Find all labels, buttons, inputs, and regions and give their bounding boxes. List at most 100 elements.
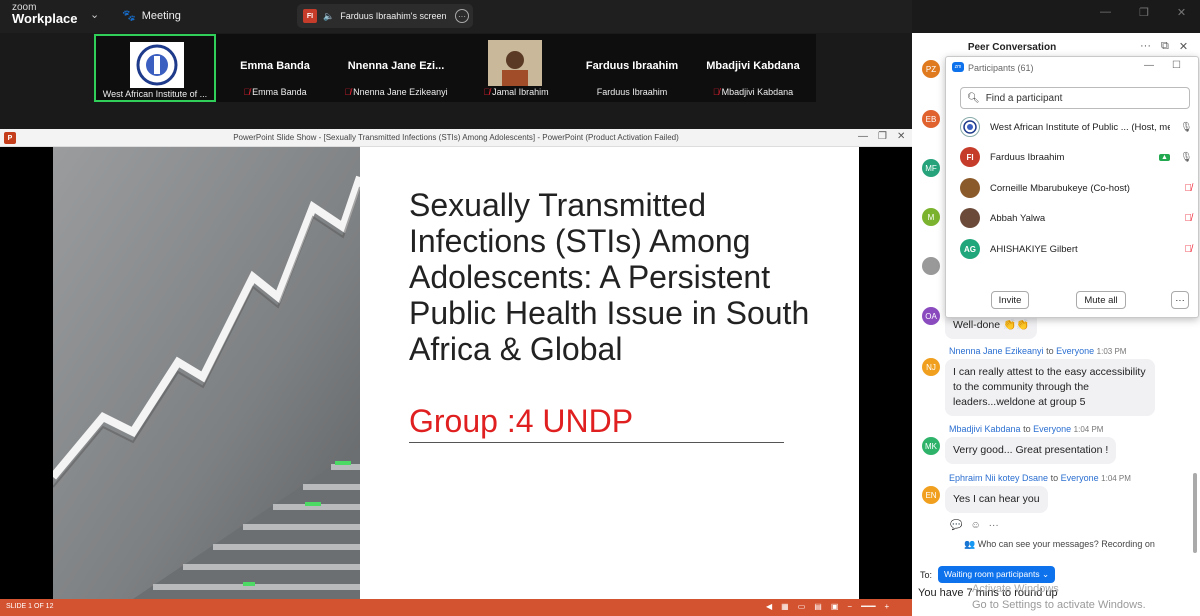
people-icon: 👥	[964, 539, 976, 549]
pop-out-icon[interactable]: ⧉	[1161, 40, 1169, 53]
slide-subtitle: Group :4 UNDP	[409, 403, 634, 439]
maximize-icon[interactable]: ☐	[1172, 60, 1181, 71]
sender-name: Ephraim Nii kotey Dsane	[949, 473, 1049, 483]
chat-avatar: EN	[922, 486, 940, 504]
reply-icon[interactable]: 💬	[950, 520, 962, 531]
recipient-dropdown[interactable]: Waiting room participants ⌄	[938, 566, 1056, 583]
more-options-button[interactable]: ···	[1171, 291, 1189, 309]
more-icon[interactable]: ···	[989, 520, 999, 531]
chat-message[interactable]: I can really attest to the easy accessib…	[945, 359, 1155, 416]
emoji-icon[interactable]: ☺	[970, 520, 980, 531]
video-tile[interactable]: Nnenna Jane Ezi... 🎙̸ Nnenna Jane Ezikean…	[334, 34, 458, 102]
close-icon[interactable]: ✕	[1177, 6, 1186, 19]
zoom-slider[interactable]: ━━━	[861, 602, 875, 611]
minimize-icon[interactable]: —	[858, 131, 868, 142]
message-actions: 💬 ☺ ···	[950, 520, 999, 531]
institute-logo-icon	[130, 42, 184, 88]
minimize-icon[interactable]: —	[1144, 60, 1154, 71]
participants-title: Participants (61)	[968, 63, 1034, 73]
participant-row[interactable]: Abbah Yalwa 🎙̸	[960, 207, 1192, 229]
activate-windows-subtext: Go to Settings to activate Windows.	[972, 599, 1146, 611]
to-label: To:	[920, 569, 933, 580]
staircase-chart-image	[53, 147, 360, 599]
mic-icon[interactable]: 🎙	[1180, 152, 1192, 163]
slide-sorter-icon[interactable]: ▦	[781, 602, 789, 611]
grid-view-icon[interactable]: ▤	[814, 602, 822, 611]
chat-avatar: MK	[922, 437, 940, 455]
participant-name: Corneille Mbarubukeye (Co-host)	[990, 182, 1130, 194]
previous-slide-icon[interactable]: ◀	[766, 602, 772, 611]
mic-muted-icon: 🎙̸	[712, 87, 720, 97]
participant-name: Farduus Ibraahim	[990, 151, 1065, 163]
chat-avatar: PZ	[922, 60, 940, 78]
zoom-out-icon[interactable]: −	[847, 602, 852, 611]
chat-avatar: M	[922, 208, 940, 226]
mic-muted-icon: 🎙̸	[483, 87, 491, 97]
search-icon: 🔍︎	[967, 92, 980, 104]
participant-row[interactable]: AG AHISHAKIYE Gilbert 🎙̸	[960, 238, 1192, 260]
participant-row[interactable]: Corneille Mbarubukeye (Co-host) 🎙̸	[960, 177, 1192, 199]
chat-message[interactable]: Verry good... Great presentation !	[945, 437, 1117, 464]
tile-name: Farduus Ibraahim	[596, 87, 668, 97]
chat-avatar: EB	[922, 110, 940, 128]
slide-title: Sexually Transmitted Infections (STIs) A…	[409, 187, 810, 367]
video-tile-host[interactable]: West African Institute of ...	[94, 34, 216, 102]
mic-muted-icon[interactable]: 🎙̸	[1185, 183, 1193, 194]
chat-avatar-photo	[922, 257, 940, 275]
video-tile[interactable]: Mbadjivi Kabdana 🎙̸ Mbadjivi Kabdana	[692, 34, 814, 102]
paw-icon: 🐾	[122, 10, 136, 22]
chat-sender-line: Mbadjivi Kabdana to Everyone 1:04 PM	[949, 424, 1104, 434]
mute-all-button[interactable]: Mute all	[1076, 291, 1126, 309]
close-icon[interactable]: ✕	[897, 131, 905, 142]
participant-row[interactable]: West African Institute of Public ... (Ho…	[960, 116, 1192, 138]
slide-counter: SLIDE 1 OF 12	[6, 603, 54, 610]
minimize-icon[interactable]: —	[1100, 6, 1111, 19]
slideshow-icon[interactable]: ▣	[831, 602, 839, 611]
powerpoint-window-title: PowerPoint Slide Show - [Sexually Transm…	[233, 133, 679, 142]
more-icon[interactable]: ···	[1140, 40, 1151, 53]
more-options-icon[interactable]: ···	[455, 9, 469, 23]
meeting-button[interactable]: 🐾 Meeting	[122, 9, 181, 23]
speaker-icon: 🔈	[323, 10, 335, 21]
video-tile[interactable]: 🎙̸ Jamal Ibrahim	[460, 34, 572, 102]
chat-title: Peer Conversation	[967, 42, 1057, 53]
mic-icon[interactable]: 🎙	[1180, 122, 1192, 133]
chat-avatar: OA	[922, 307, 940, 325]
chevron-down-icon[interactable]: ⌄	[90, 8, 99, 21]
chat-header-icons: ··· ⧉ ✕	[1140, 40, 1188, 53]
mic-muted-icon: 🎙̸	[344, 87, 352, 97]
video-tile[interactable]: Farduus Ibraahim Farduus Ibraahim	[574, 34, 690, 102]
institute-avatar-icon	[960, 117, 980, 137]
zoom-logo: zoom Workplace	[12, 3, 78, 26]
powerpoint-titlebar: P PowerPoint Slide Show - [Sexually Tran…	[0, 129, 912, 147]
video-tile[interactable]: Emma Banda 🎙̸ Emma Banda	[218, 34, 332, 102]
tile-name: 🎙̸ Emma Banda	[243, 87, 307, 97]
close-icon[interactable]: ✕	[1179, 40, 1188, 53]
chat-scrollbar[interactable]	[1193, 473, 1197, 553]
meeting-label: Meeting	[141, 9, 181, 22]
sender-name: Nnenna Jane Ezikeanyi	[949, 346, 1044, 356]
logo-big: Workplace	[12, 11, 78, 26]
invite-button[interactable]: Invite	[991, 291, 1029, 309]
chat-message[interactable]: Yes I can hear you	[945, 486, 1048, 513]
mic-muted-icon[interactable]: 🎙̸	[1185, 244, 1193, 255]
mic-muted-icon[interactable]: 🎙̸	[1185, 213, 1193, 224]
chevron-down-icon: ⌄	[1041, 569, 1050, 579]
who-can-see-link[interactable]: 👥 Who can see your messages? Recording o…	[964, 539, 1155, 550]
participant-search[interactable]: 🔍︎ Find a participant	[960, 87, 1190, 109]
participant-row[interactable]: FI Farduus Ibraahim ▲ 🎙	[960, 146, 1192, 168]
chat-sender-line: Nnenna Jane Ezikeanyi to Everyone 1:03 P…	[949, 346, 1127, 356]
restore-icon[interactable]: ❐	[1139, 6, 1149, 19]
zoom-in-icon[interactable]: +	[885, 602, 890, 611]
tile-display-name: Farduus Ibraahim	[585, 60, 679, 72]
participants-footer: Invite Mute all ···	[946, 283, 1200, 317]
participant-name: AHISHAKIYE Gilbert	[990, 243, 1078, 255]
share-screen-icon: ▲	[1159, 153, 1170, 161]
screen-share-indicator[interactable]: FI 🔈 Farduus Ibraahim's screen ···	[297, 4, 473, 28]
reading-view-icon[interactable]: ▭	[798, 602, 806, 611]
chat-sender-line: Ephraim Nii kotey Dsane to Everyone 1:04…	[949, 473, 1131, 483]
participants-window-controls: — ☐	[1144, 60, 1181, 71]
restore-icon[interactable]: ❐	[878, 131, 887, 142]
ppt-status-bar: SLIDE 1 OF 12 ◀ ▦ ▭ ▤ ▣ − ━━━ +	[0, 599, 912, 616]
sender-name: Mbadjivi Kabdana	[949, 424, 1021, 434]
